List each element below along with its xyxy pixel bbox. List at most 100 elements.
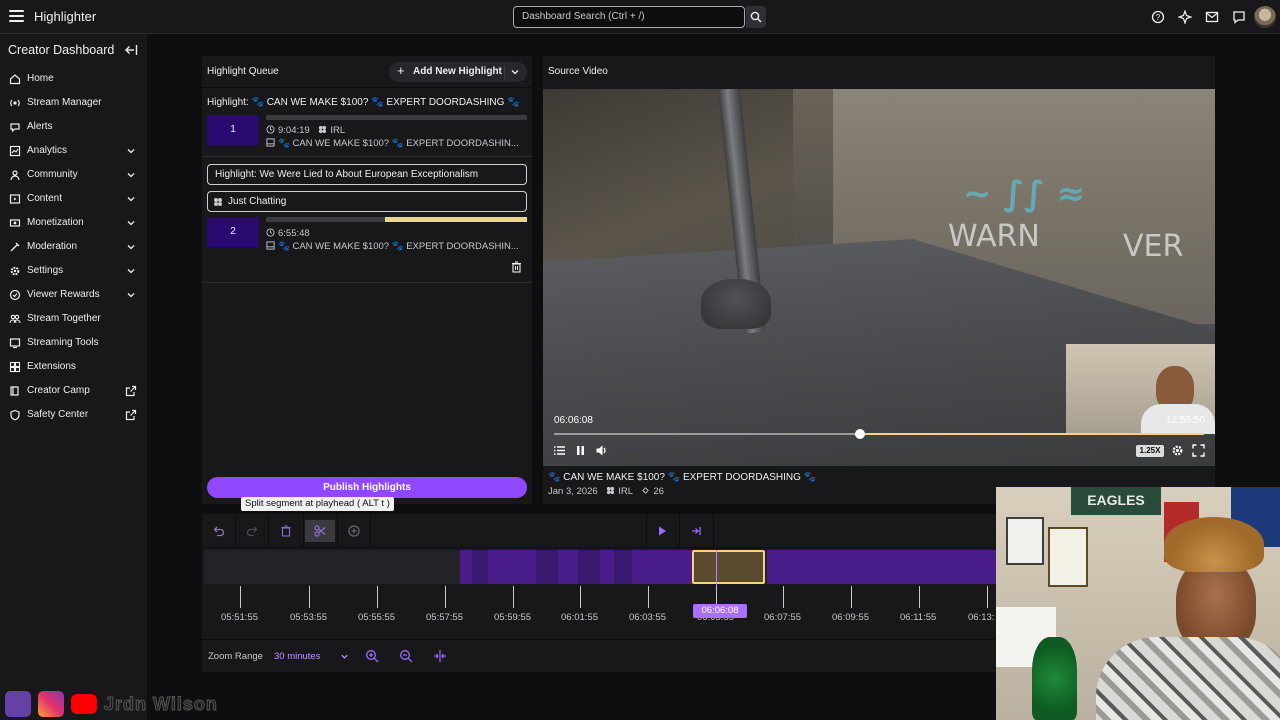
playback-speed[interactable]: 1.25X <box>1136 445 1164 457</box>
pause-icon[interactable] <box>574 444 587 457</box>
safety-center-icon <box>10 409 20 421</box>
search-input[interactable]: Dashboard Search (Ctrl + /) <box>513 6 745 28</box>
sidebar-item-home[interactable]: Home <box>0 68 147 92</box>
sidebar-item-creator-camp[interactable]: Creator Camp <box>0 380 147 404</box>
highlight-2-thumbnail[interactable]: 2 <box>207 217 259 247</box>
external-link-icon[interactable] <box>125 409 137 421</box>
highlight-2-category-field[interactable]: Just Chatting <box>207 191 527 212</box>
timeline-segment[interactable] <box>472 550 488 584</box>
sidebar-item-settings[interactable]: Settings <box>0 260 147 284</box>
sidebar-item-community[interactable]: Community <box>0 164 147 188</box>
sidebar-item-label: Extensions <box>27 361 76 372</box>
chevron-down-icon[interactable] <box>126 194 136 204</box>
svg-text:?: ? <box>1156 13 1161 22</box>
sidebar-item-extensions[interactable]: Extensions <box>0 356 147 380</box>
instagram-logo-icon <box>38 691 64 717</box>
button-separator <box>504 65 505 79</box>
chevron-down-icon[interactable] <box>126 290 136 300</box>
add-segment-button[interactable] <box>339 520 369 542</box>
sidebar-item-monetization[interactable]: Monetization <box>0 212 147 236</box>
timeline-tick-label: 05:51:55 <box>221 612 258 623</box>
timeline-tick-label: 05:55:55 <box>358 612 395 623</box>
video-views: 26 <box>653 486 664 497</box>
timeline-footer: Zoom Range 30 minutes <box>202 639 1002 672</box>
undo-button[interactable] <box>204 520 234 542</box>
timeline-segment[interactable] <box>600 550 614 584</box>
highlight-1-thumbnail[interactable]: 1 <box>207 115 259 145</box>
delete-highlight-icon[interactable] <box>511 261 522 273</box>
menu-icon[interactable] <box>9 10 24 23</box>
sidebar-item-label: Content <box>27 193 63 204</box>
zoom-range-select[interactable]: 30 minutes <box>274 651 320 662</box>
sidebar-item-content[interactable]: Content <box>0 188 147 212</box>
settings-gear-icon[interactable] <box>1171 444 1184 457</box>
highlight-1-title[interactable]: Highlight: 🐾 CAN WE MAKE $100? 🐾 EXPERT … <box>207 97 520 108</box>
toolbar-divider <box>235 514 236 548</box>
timeline-segment[interactable] <box>536 550 558 584</box>
timeline-segment[interactable] <box>558 550 578 584</box>
add-new-highlight-button[interactable]: + Add New Highlight <box>389 62 527 82</box>
sidebar-item-viewer-rewards[interactable]: Viewer Rewards <box>0 284 147 308</box>
split-segment-button[interactable] <box>305 520 335 542</box>
sidebar-item-moderation[interactable]: Moderation <box>0 236 147 260</box>
help-icon[interactable]: ? <box>1151 10 1165 24</box>
sidebar-item-label: Stream Manager <box>27 97 102 108</box>
sidebar-item-safety-center[interactable]: Safety Center <box>0 404 147 428</box>
sidebar-item-label: Stream Together <box>27 313 101 324</box>
sidebar-item-label: Settings <box>27 265 64 276</box>
chevron-down-icon[interactable] <box>126 170 136 180</box>
zoom-in-icon[interactable] <box>365 649 379 663</box>
highlight-2-meta: 6:55:48 <box>266 228 310 239</box>
sidebar-item-stream-manager[interactable]: Stream Manager <box>0 92 147 116</box>
inbox-icon[interactable] <box>1205 10 1219 24</box>
timeline-track[interactable] <box>204 550 1002 584</box>
redo-icon <box>246 526 258 537</box>
highlight-2-title-field[interactable]: Highlight: We Were Lied to About Europea… <box>207 164 527 185</box>
toolbar-divider <box>337 514 338 548</box>
video-total-time: 12:56:50 <box>1166 415 1205 426</box>
sparkle-icon[interactable] <box>1178 10 1192 24</box>
chevron-down-icon[interactable] <box>510 67 520 77</box>
sidebar-item-stream-together[interactable]: Stream Together <box>0 308 147 332</box>
play-button[interactable] <box>647 520 677 542</box>
timeline-tick <box>580 586 581 608</box>
timeline-segment[interactable] <box>632 550 692 584</box>
user-avatar[interactable] <box>1254 6 1276 28</box>
timeline-segment[interactable] <box>488 550 536 584</box>
timeline-segment[interactable] <box>767 550 1002 584</box>
redo-button[interactable] <box>237 520 267 542</box>
skip-to-end-icon <box>692 527 701 535</box>
sidebar-item-analytics[interactable]: Analytics <box>0 140 147 164</box>
sidebar-item-streaming-tools[interactable]: Streaming Tools <box>0 332 147 356</box>
timeline-segment[interactable] <box>460 550 472 584</box>
search-button[interactable] <box>746 6 766 28</box>
fit-to-view-icon[interactable] <box>433 649 447 663</box>
chevron-down-icon[interactable] <box>340 652 349 661</box>
volume-icon[interactable] <box>595 444 608 457</box>
chevron-down-icon[interactable] <box>126 218 136 228</box>
chapters-list-icon[interactable] <box>553 444 566 457</box>
video-player[interactable]: ~ ∫∫ ≈ WARN VER 06:06:08 12:56:50 1.25X <box>543 89 1215 466</box>
sidebar-item-alerts[interactable]: Alerts <box>0 116 147 140</box>
community-icon <box>10 170 20 181</box>
seek-bar-handle[interactable] <box>854 429 865 439</box>
chevron-down-icon[interactable] <box>126 146 136 156</box>
collapse-sidebar-icon[interactable] <box>124 44 138 56</box>
jump-to-end-button[interactable] <box>681 520 711 542</box>
seek-bar-fill <box>859 433 1204 435</box>
zoom-out-icon[interactable] <box>399 649 413 663</box>
delete-segment-button[interactable] <box>271 520 301 542</box>
timeline-segment[interactable] <box>614 550 632 584</box>
selected-timeline-segment[interactable] <box>692 550 765 584</box>
wall-poster <box>1006 517 1044 565</box>
fullscreen-icon[interactable] <box>1192 444 1205 457</box>
chevron-down-icon[interactable] <box>126 266 136 276</box>
publish-highlights-button[interactable]: Publish Highlights <box>207 477 527 498</box>
sidebar: Creator Dashboard Home Stream Manager Aler… <box>0 34 147 720</box>
external-link-icon[interactable] <box>125 385 137 397</box>
highlight-1-progress <box>266 115 527 120</box>
timeline-tick-label: 05:59:55 <box>494 612 531 623</box>
timeline-segment[interactable] <box>578 550 600 584</box>
chevron-down-icon[interactable] <box>126 242 136 252</box>
whispers-icon[interactable] <box>1232 10 1246 24</box>
